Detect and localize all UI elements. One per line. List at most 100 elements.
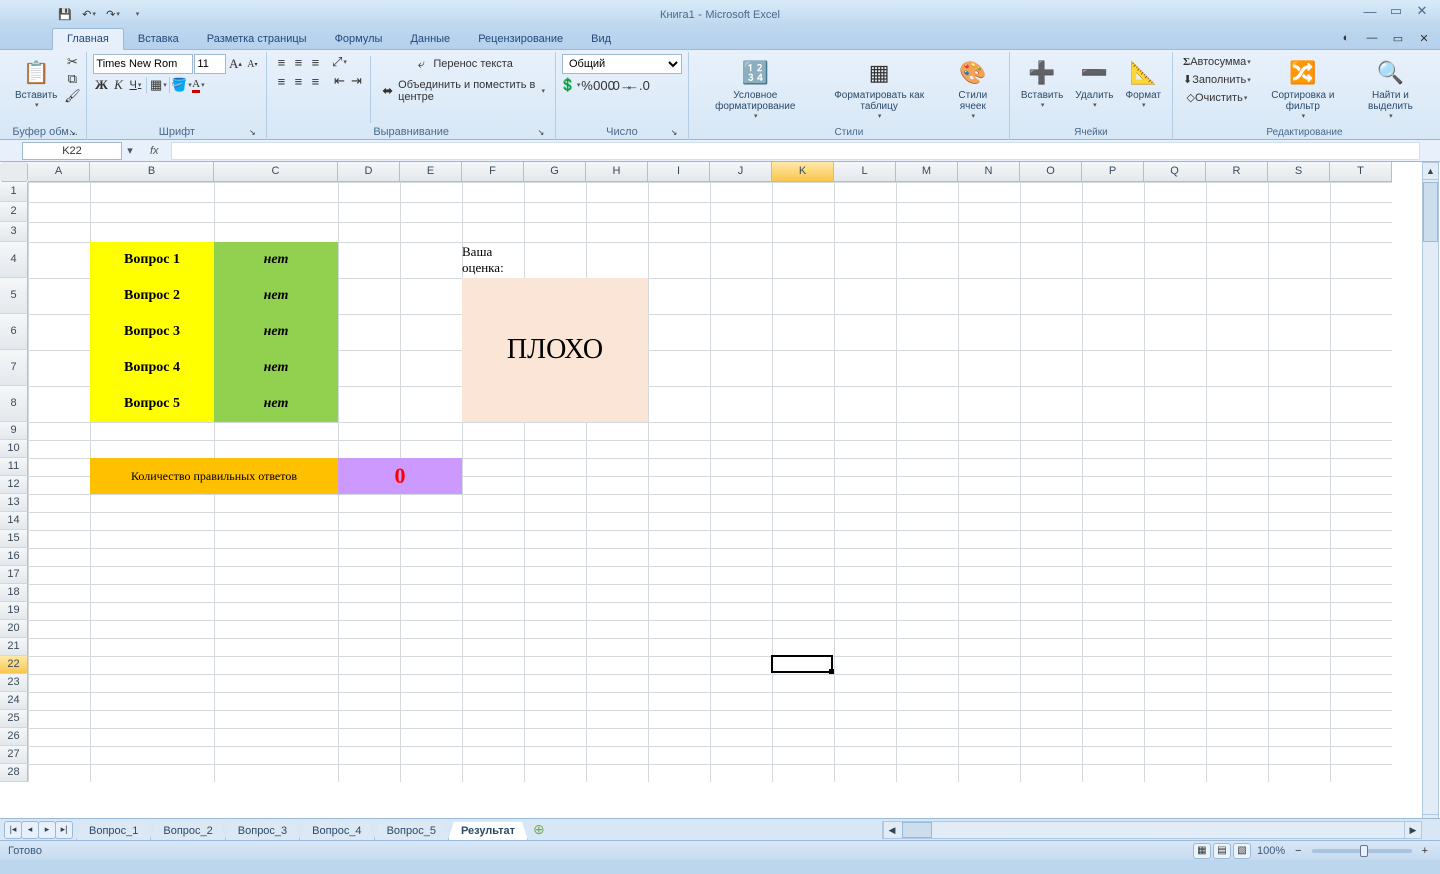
row-header-23[interactable]: 23 xyxy=(0,674,28,692)
sheet-nav-last[interactable]: ▸| xyxy=(55,821,73,839)
borders-icon[interactable]: ▦▾ xyxy=(150,77,166,93)
autosum-button[interactable]: Σ Автосумма ▾ xyxy=(1179,54,1255,70)
row-header-27[interactable]: 27 xyxy=(0,746,28,764)
row-header-26[interactable]: 26 xyxy=(0,728,28,746)
align-right-icon[interactable]: ≡ xyxy=(307,73,323,89)
decrease-decimal-icon[interactable]: ←.0 xyxy=(630,77,646,93)
col-header-O[interactable]: O xyxy=(1020,162,1082,182)
row-header-12[interactable]: 12 xyxy=(0,476,28,494)
row-header-6[interactable]: 6 xyxy=(0,314,28,350)
fill-button[interactable]: ⬇ Заполнить ▾ xyxy=(1179,71,1255,88)
restore-inner-icon[interactable]: ▭ xyxy=(1390,30,1406,46)
horizontal-scrollbar[interactable]: ◀▶ xyxy=(882,821,1422,839)
format-painter-icon[interactable]: 🖌 xyxy=(64,88,80,104)
alignment-launcher[interactable]: ↘ xyxy=(535,126,547,138)
col-header-M[interactable]: M xyxy=(896,162,958,182)
sheet-tab-Вопрос_3[interactable]: Вопрос_3 xyxy=(225,822,300,841)
row-header-28[interactable]: 28 xyxy=(0,764,28,782)
underline-button[interactable]: Ч▾ xyxy=(127,77,143,93)
formula-input[interactable] xyxy=(171,142,1420,160)
indent-decrease-icon[interactable]: ⇤ xyxy=(331,73,347,89)
shrink-font-icon[interactable]: A▾ xyxy=(244,56,260,72)
row-header-21[interactable]: 21 xyxy=(0,638,28,656)
font-name-combo[interactable] xyxy=(93,54,193,74)
row-header-25[interactable]: 25 xyxy=(0,710,28,728)
qat-customize-icon[interactable]: ▾ xyxy=(128,5,146,23)
sheet-nav-next[interactable]: ▸ xyxy=(38,821,56,839)
zoom-level[interactable]: 100% xyxy=(1257,845,1285,857)
grow-font-icon[interactable]: A▴ xyxy=(227,56,243,72)
bold-button[interactable]: Ж xyxy=(93,77,109,93)
row-header-8[interactable]: 8 xyxy=(0,386,28,422)
view-page-layout-icon[interactable]: ▤ xyxy=(1213,843,1231,859)
row-header-11[interactable]: 11 xyxy=(0,458,28,476)
row-header-19[interactable]: 19 xyxy=(0,602,28,620)
col-header-P[interactable]: P xyxy=(1082,162,1144,182)
row-header-3[interactable]: 3 xyxy=(0,222,28,242)
col-header-Q[interactable]: Q xyxy=(1144,162,1206,182)
cell-styles-button[interactable]: 🎨Стили ячеек▾ xyxy=(943,54,1003,126)
number-launcher[interactable]: ↘ xyxy=(668,126,680,138)
zoom-in-button[interactable]: + xyxy=(1418,843,1432,859)
merge-center-button[interactable]: ⬌Объединить и поместить в центре ▾ xyxy=(377,77,549,105)
align-center-icon[interactable]: ≡ xyxy=(290,73,306,89)
row-header-7[interactable]: 7 xyxy=(0,350,28,386)
sheet-nav-first[interactable]: |◂ xyxy=(4,821,22,839)
delete-cells-button[interactable]: ➖Удалить▾ xyxy=(1070,54,1118,126)
tab-Формулы[interactable]: Формулы xyxy=(321,29,397,49)
spreadsheet-grid[interactable]: 1234567891011121314151617181920212223242… xyxy=(0,162,1440,818)
format-cells-button[interactable]: 📐Формат▾ xyxy=(1120,54,1166,126)
clear-button[interactable]: ◇ Очистить ▾ xyxy=(1179,89,1255,106)
select-all-corner[interactable] xyxy=(0,162,28,182)
zoom-out-button[interactable]: − xyxy=(1291,843,1305,859)
tab-Главная[interactable]: Главная xyxy=(52,28,124,50)
sheet-tab-Результат[interactable]: Результат xyxy=(448,822,528,841)
sheet-tab-Вопрос_4[interactable]: Вопрос_4 xyxy=(299,822,374,841)
insert-cells-button[interactable]: ➕Вставить▾ xyxy=(1016,54,1068,126)
paste-button[interactable]: 📋 Вставить ▾ xyxy=(10,54,62,125)
close-button[interactable]: ✕ xyxy=(1410,3,1434,19)
row-header-15[interactable]: 15 xyxy=(0,530,28,548)
sheet-tab-Вопрос_2[interactable]: Вопрос_2 xyxy=(150,822,225,841)
row-header-10[interactable]: 10 xyxy=(0,440,28,458)
save-icon[interactable]: 💾 xyxy=(56,5,74,23)
row-header-4[interactable]: 4 xyxy=(0,242,28,278)
col-header-E[interactable]: E xyxy=(400,162,462,182)
number-format-combo[interactable]: Общий xyxy=(562,54,682,74)
row-header-13[interactable]: 13 xyxy=(0,494,28,512)
col-header-K[interactable]: K xyxy=(772,162,834,182)
col-header-G[interactable]: G xyxy=(524,162,586,182)
minimize-ribbon-icon[interactable]: — xyxy=(1364,30,1380,46)
italic-button[interactable]: К xyxy=(110,77,126,93)
row-header-18[interactable]: 18 xyxy=(0,584,28,602)
font-size-combo[interactable] xyxy=(194,54,226,74)
restore-button[interactable]: ▭ xyxy=(1384,3,1408,19)
orientation-icon[interactable]: ⤢▾ xyxy=(331,54,347,70)
font-launcher[interactable]: ↘ xyxy=(246,126,258,138)
col-header-L[interactable]: L xyxy=(834,162,896,182)
new-sheet-button[interactable]: ⊕ xyxy=(529,819,549,840)
sheet-nav-prev[interactable]: ◂ xyxy=(21,821,39,839)
row-header-14[interactable]: 14 xyxy=(0,512,28,530)
sheet-tab-Вопрос_1[interactable]: Вопрос_1 xyxy=(76,822,151,841)
col-header-T[interactable]: T xyxy=(1330,162,1392,182)
redo-icon[interactable]: ↷▾ xyxy=(104,5,122,23)
col-header-J[interactable]: J xyxy=(710,162,772,182)
row-header-1[interactable]: 1 xyxy=(0,182,28,202)
wrap-text-button[interactable]: ⤶Перенос текста xyxy=(377,54,549,74)
col-header-I[interactable]: I xyxy=(648,162,710,182)
conditional-formatting-button[interactable]: 🔢Условное форматирование▾ xyxy=(695,54,816,126)
sheet-tab-Вопрос_5[interactable]: Вопрос_5 xyxy=(374,822,449,841)
col-header-N[interactable]: N xyxy=(958,162,1020,182)
col-header-D[interactable]: D xyxy=(338,162,400,182)
clipboard-launcher[interactable]: ↘ xyxy=(66,126,78,138)
col-header-H[interactable]: H xyxy=(586,162,648,182)
undo-icon[interactable]: ↶▾ xyxy=(80,5,98,23)
insert-function-button[interactable]: fx xyxy=(146,143,163,159)
view-normal-icon[interactable]: ▦ xyxy=(1193,843,1211,859)
row-header-20[interactable]: 20 xyxy=(0,620,28,638)
col-header-B[interactable]: B xyxy=(90,162,214,182)
row-header-2[interactable]: 2 xyxy=(0,202,28,222)
align-middle-icon[interactable]: ≡ xyxy=(290,54,306,70)
tab-Вставка[interactable]: Вставка xyxy=(124,29,193,49)
